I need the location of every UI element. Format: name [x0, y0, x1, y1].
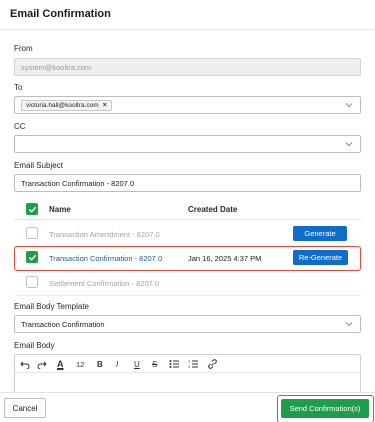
from-field: system@kooltra.com [14, 58, 361, 76]
redo-icon[interactable] [37, 358, 47, 370]
column-name: Name [49, 205, 71, 214]
editor-toolbar: A 12 B I U S 12 [15, 355, 360, 373]
link-icon[interactable] [207, 358, 218, 370]
document-name: Settlement Confirmation - 8207.0 [49, 279, 160, 288]
font-size-select[interactable]: 12 [76, 358, 84, 370]
italic-button[interactable]: I [116, 358, 118, 370]
bold-button[interactable]: B [97, 358, 103, 370]
column-created-date: Created Date [188, 205, 238, 214]
subject-value: Transaction Confirmation - 8207.0 [21, 179, 135, 188]
send-button-highlight: Send Confirmation(s) [277, 395, 374, 422]
strikethrough-button[interactable]: S [152, 358, 157, 370]
bullet-list-icon[interactable] [169, 358, 180, 370]
dialog-title: Email Confirmation [10, 8, 111, 20]
email-body-editor[interactable]: A 12 B I U S 12 [14, 354, 361, 392]
cancel-button[interactable]: Cancel [4, 398, 46, 418]
svg-text:2: 2 [188, 365, 190, 369]
subject-input[interactable]: Transaction Confirmation - 8207.0 [14, 174, 361, 192]
select-all-checkbox[interactable] [26, 203, 38, 215]
recipient-chip: victoria.hall@kooltra.com × [21, 100, 112, 111]
from-value: system@kooltra.com [21, 63, 92, 72]
table-header: Name Created Date [14, 198, 361, 220]
underline-button[interactable]: U [134, 358, 140, 370]
from-label: From [14, 44, 33, 53]
template-value: Transaction Confirmation [21, 320, 105, 329]
to-label: To [14, 83, 23, 92]
generate-button[interactable]: Generate [293, 226, 347, 241]
table-row: Transaction Amendment - 8207.0 Generate [14, 222, 361, 247]
template-select[interactable]: Transaction Confirmation [14, 315, 361, 333]
to-field[interactable]: victoria.hall@kooltra.com × [14, 96, 361, 114]
cc-label: CC [14, 122, 26, 131]
document-name: Transaction Amendment - 8207.0 [49, 230, 160, 239]
chevron-down-icon[interactable] [344, 139, 354, 149]
svg-text:1: 1 [188, 360, 190, 364]
row-checkbox-checked[interactable] [26, 251, 38, 263]
dialog-header: Email Confirmation [0, 0, 375, 30]
cc-field[interactable] [14, 135, 361, 153]
send-confirmations-button[interactable]: Send Confirmation(s) [281, 399, 369, 418]
row-checkbox[interactable] [26, 227, 38, 239]
recipient-chip-label: victoria.hall@kooltra.com [26, 102, 99, 109]
regenerate-button[interactable]: Re-Generate [293, 250, 348, 265]
subject-label: Email Subject [14, 161, 63, 170]
body-label: Email Body [14, 341, 55, 350]
table-row-selected: Transaction Confirmation - 8207.0 Jan 16… [14, 246, 361, 271]
table-row: Settlement Confirmation - 8207.0 [14, 271, 361, 296]
chevron-down-icon[interactable] [344, 100, 354, 110]
dialog-footer: Cancel Send Confirmation(s) [0, 392, 375, 422]
template-label: Email Body Template [14, 302, 89, 311]
chevron-down-icon[interactable] [344, 319, 354, 329]
document-name-link[interactable]: Transaction Confirmation - 8207.0 [49, 254, 162, 263]
row-checkbox[interactable] [26, 276, 38, 288]
remove-recipient-icon[interactable]: × [103, 102, 107, 109]
numbered-list-icon[interactable]: 12 [188, 358, 199, 370]
created-date: Jan 16, 2025 4:37 PM [188, 254, 262, 263]
font-color-icon[interactable]: A [57, 358, 64, 370]
undo-icon[interactable] [20, 358, 30, 370]
